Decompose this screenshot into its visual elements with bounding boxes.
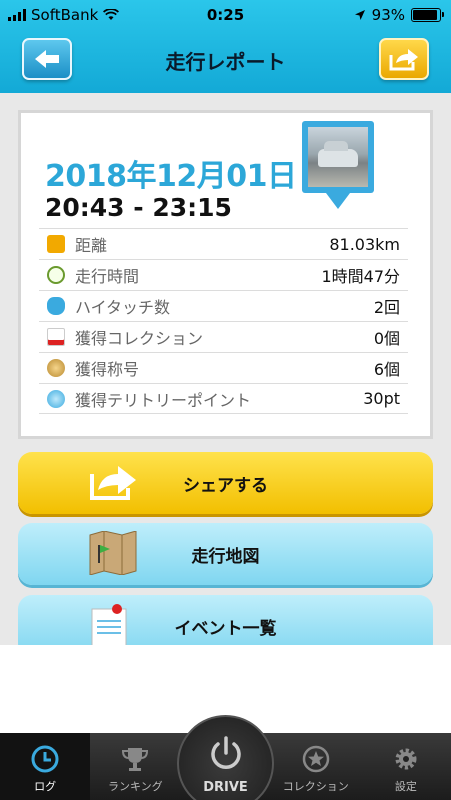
battery-percent: 93% [371, 6, 405, 24]
stat-label: ハイタッチ数 [75, 298, 171, 317]
tab-log[interactable]: ログ [0, 733, 91, 800]
map-icon [89, 531, 137, 575]
share-arrow-icon [389, 49, 418, 71]
share-arrow-icon [90, 466, 136, 500]
status-right: 93% [354, 6, 444, 24]
trophy-icon [119, 743, 151, 775]
tab-label: ランキング [107, 780, 163, 793]
stat-value: 30pt [363, 389, 400, 408]
car-photo [308, 127, 368, 187]
stat-label: 獲得テリトリーポイント [75, 390, 252, 410]
event-list-button-label: イベント一覧 [174, 618, 277, 639]
stats-list: 距離 81.03km 走行時間 1時間47分 ハイタッチ数 2回 獲得コレクショ… [39, 228, 408, 414]
report-date: 2018年12月01日 [45, 159, 297, 194]
medal-icon [47, 359, 65, 377]
car-icon [47, 328, 65, 346]
stat-row-titles: 獲得称号 6個 [39, 352, 408, 383]
km-icon [47, 235, 65, 253]
tab-label: 設定 [394, 780, 417, 793]
drive-label: DRIVE [203, 780, 248, 795]
event-list-button[interactable]: イベント一覧 [18, 595, 433, 645]
clock-icon [29, 743, 61, 775]
share-button[interactable]: シェアする [18, 452, 433, 514]
top-bar: SoftBank 0:25 93% 走行レポート [0, 0, 451, 93]
hand-icon [47, 297, 65, 315]
stat-value: 0個 [373, 329, 400, 348]
stat-row-hightouch: ハイタッチ数 2回 [39, 290, 408, 321]
report-time-range: 20:43 - 23:15 [45, 193, 232, 222]
stat-value: 81.03km [329, 234, 400, 254]
stat-value: 2回 [373, 298, 400, 317]
tab-label: コレクション [282, 780, 349, 793]
tab-label: ログ [34, 780, 57, 793]
report-card: 2018年12月01日 20:43 - 23:15 距離 81.03km 走行時… [18, 110, 433, 439]
gear-icon [390, 743, 422, 775]
event-note-icon [91, 604, 127, 645]
stat-value: 1時間47分 [321, 267, 400, 286]
tab-settings[interactable]: 設定 [361, 733, 451, 800]
battery-icon [411, 8, 444, 22]
share-button-label: シェアする [183, 475, 268, 496]
stat-row-territory: 獲得テリトリーポイント 30pt [39, 383, 408, 414]
share-header-button[interactable] [379, 38, 429, 80]
status-bar: SoftBank 0:25 93% [0, 0, 451, 30]
tab-collection[interactable]: コレクション [271, 733, 361, 800]
stat-label: 獲得コレクション [75, 329, 204, 348]
drive-map-button[interactable]: 走行地図 [18, 523, 433, 585]
stat-row-collection: 獲得コレクション 0個 [39, 321, 408, 352]
star-icon [300, 743, 332, 775]
stat-label: 走行時間 [75, 267, 140, 286]
stat-value: 6個 [373, 360, 400, 379]
drive-map-button-label: 走行地図 [191, 546, 260, 567]
tab-ranking[interactable]: ランキング [90, 733, 180, 800]
content-area: 2018年12月01日 20:43 - 23:15 距離 81.03km 走行時… [0, 93, 451, 645]
stat-label: 距離 [75, 236, 108, 255]
location-arrow-icon [354, 10, 365, 20]
stat-row-drive-time: 走行時間 1時間47分 [39, 259, 408, 290]
territory-icon [47, 389, 65, 408]
clock-icon [47, 266, 65, 284]
power-icon [211, 736, 241, 769]
stat-row-distance: 距離 81.03km [39, 228, 408, 259]
stat-label: 獲得称号 [75, 360, 140, 379]
photo-pin[interactable] [302, 121, 374, 209]
